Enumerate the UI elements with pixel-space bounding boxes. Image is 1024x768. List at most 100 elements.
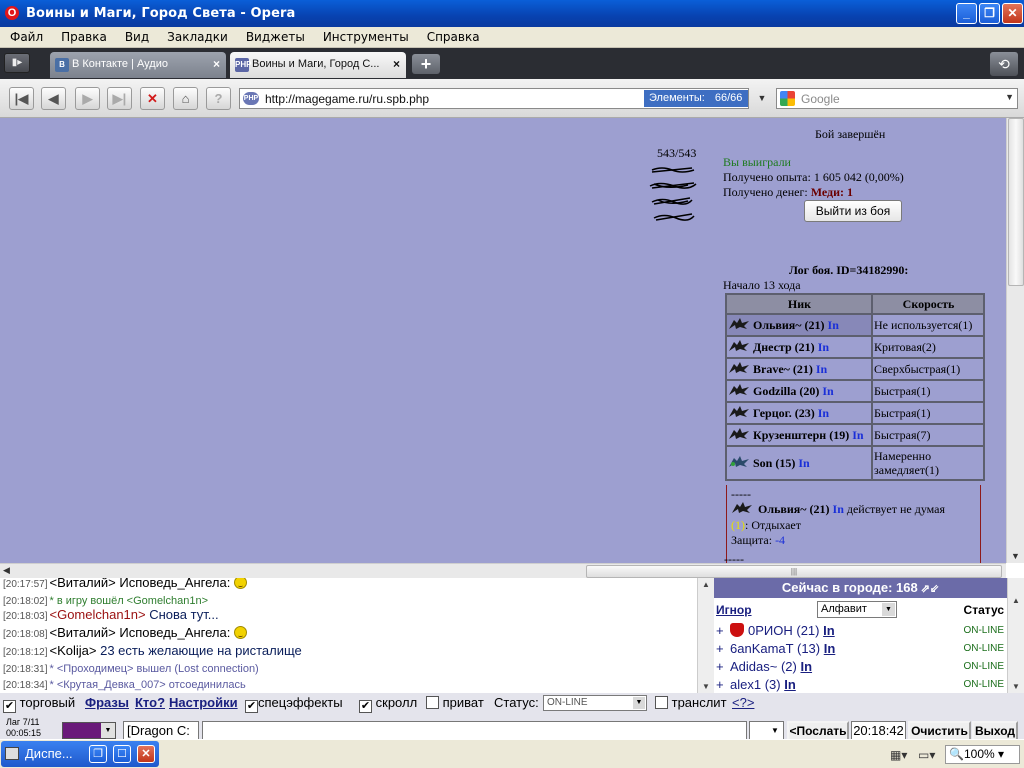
- player-name[interactable]: 6anKamaT: [730, 641, 793, 656]
- panels-toggle-icon[interactable]: ▮▸: [4, 53, 30, 73]
- home-button[interactable]: ⌂: [173, 87, 198, 110]
- participant-nick[interactable]: Крузенштерн (19) In: [725, 423, 873, 447]
- status-label: Статус:: [494, 695, 539, 710]
- money-gained: Получено денег: Меди: 1: [723, 185, 854, 199]
- scrollbar-thumb[interactable]: |||: [586, 565, 1002, 578]
- chat-scrollbar[interactable]: ▲ ▼: [697, 578, 714, 693]
- settings-link[interactable]: Настройки: [169, 695, 238, 710]
- taskbar-item-task-manager[interactable]: Диспе... ❐ ☐ ✕: [1, 741, 159, 767]
- player-info-link[interactable]: In: [784, 677, 796, 692]
- participant-nick[interactable]: Днестр (21) In: [725, 335, 873, 359]
- page-vertical-scrollbar[interactable]: ▼: [1006, 118, 1024, 563]
- chat-message-input[interactable]: [202, 721, 747, 740]
- player-name[interactable]: alex1: [730, 677, 761, 692]
- minimize-button[interactable]: _: [956, 3, 977, 24]
- forward-button[interactable]: ▶: [75, 87, 100, 110]
- scroll-up-icon[interactable]: ▲: [1012, 596, 1020, 605]
- address-bar[interactable]: PHP http://magegame.ru/ru.spb.php Элемен…: [239, 88, 749, 109]
- send-button[interactable]: <Послать: [787, 721, 849, 741]
- participant-nick[interactable]: Brave~ (21) In: [725, 357, 873, 381]
- stop-button[interactable]: ✕: [140, 87, 165, 110]
- list-item: + alex1 (3) In ON-LINE: [716, 677, 1004, 692]
- close-icon[interactable]: ✕: [137, 745, 155, 763]
- close-tab-icon[interactable]: ×: [213, 57, 220, 71]
- page-horizontal-scrollbar[interactable]: ◀ |||: [0, 563, 1006, 578]
- menu-bookmarks[interactable]: Закладки: [158, 27, 237, 44]
- wand-key-icon[interactable]: ?: [206, 87, 231, 110]
- exit-button[interactable]: Выход: [972, 721, 1018, 741]
- effects-checkbox[interactable]: ✔ спецэффекты: [245, 695, 343, 713]
- menu-widgets[interactable]: Виджеты: [237, 27, 314, 44]
- who-link[interactable]: Кто?: [135, 695, 165, 710]
- scroll-up-icon[interactable]: ▲: [702, 580, 710, 589]
- minimize-icon[interactable]: ❐: [89, 745, 107, 763]
- menu-file[interactable]: Файл: [0, 27, 52, 44]
- tab-vkontakte[interactable]: B В Контакте | Аудио ×: [50, 52, 226, 78]
- player-info-link[interactable]: In: [800, 659, 812, 674]
- city-scrollbar[interactable]: ▲ ▼: [1007, 578, 1024, 693]
- tab-bar: ▮▸ B В Контакте | Аудио × PHP Воины и Ма…: [0, 48, 1024, 79]
- participant-nick[interactable]: Godzilla (20) In: [725, 379, 873, 403]
- back-button[interactable]: ◀: [41, 87, 66, 110]
- scroll-down-icon[interactable]: ▼: [1012, 682, 1020, 691]
- player-name[interactable]: 0РИОН: [748, 623, 793, 638]
- address-dropdown-icon[interactable]: ▼: [752, 88, 772, 109]
- scroll-down-icon[interactable]: ▼: [702, 682, 710, 691]
- message-target-field[interactable]: [Dragon C:: [123, 721, 199, 740]
- search-dropdown-icon[interactable]: ▼: [1005, 92, 1014, 102]
- clear-button[interactable]: Очистить: [908, 721, 971, 741]
- status-select[interactable]: ON-LINE ▼: [543, 695, 647, 711]
- participant-nick[interactable]: Ольвия~ (21) In: [725, 313, 873, 337]
- resize-arrows-icon[interactable]: ⇗⇙: [921, 583, 939, 595]
- close-tab-icon[interactable]: ×: [393, 57, 400, 71]
- status-bar-icon[interactable]: ▦▾: [890, 748, 907, 762]
- sort-select[interactable]: Алфавит ▼: [817, 601, 897, 618]
- participant-nick[interactable]: Герцог. (23) In: [725, 401, 873, 425]
- tab-magegame[interactable]: PHP Воины и Маги, Город С... ×: [230, 52, 406, 78]
- fast-forward-button[interactable]: ▶|: [107, 87, 132, 110]
- smiley-select[interactable]: ▼: [749, 721, 784, 740]
- close-window-button[interactable]: ✕: [1002, 3, 1023, 24]
- add-private-icon[interactable]: +: [716, 659, 724, 674]
- table-row: Brave~ (21) In Сверхбыстрая(1): [725, 357, 985, 381]
- participant-nick[interactable]: Son (15) In: [725, 445, 873, 481]
- add-private-icon[interactable]: +: [716, 623, 724, 638]
- exit-battle-button[interactable]: Выйти из боя: [804, 200, 902, 222]
- chat-message: [20:18:12] <Kolija> 23 есть желающие на р…: [3, 643, 302, 658]
- maximize-icon[interactable]: ☐: [113, 745, 131, 763]
- text-color-select[interactable]: ▼: [62, 722, 116, 739]
- tab-label: Воины и Маги, Город С...: [252, 58, 380, 70]
- restore-button[interactable]: ❐: [979, 3, 1000, 24]
- table-row: Ольвия~ (21) In Не используется(1): [725, 313, 985, 337]
- player-status: ON-LINE: [963, 625, 1004, 636]
- menu-help[interactable]: Справка: [418, 27, 489, 44]
- search-field[interactable]: Google ▼: [776, 88, 1018, 109]
- scroll-down-icon[interactable]: ▼: [1011, 551, 1020, 561]
- menu-edit[interactable]: Правка: [52, 27, 116, 44]
- rewind-button[interactable]: |◀: [9, 87, 34, 110]
- trade-checkbox[interactable]: ✔ торговый: [3, 695, 75, 713]
- strikethrough-stats-icon: [649, 167, 697, 221]
- help-link[interactable]: <?>: [732, 695, 754, 710]
- scroll-checkbox[interactable]: ✔ скролл: [359, 695, 417, 713]
- menu-view[interactable]: Вид: [116, 27, 158, 44]
- ignore-link[interactable]: Игнор: [716, 603, 752, 617]
- add-private-icon[interactable]: +: [716, 641, 724, 656]
- player-info-link[interactable]: In: [823, 623, 835, 638]
- private-checkbox[interactable]: приват: [426, 695, 484, 710]
- player-name[interactable]: Adidas~: [730, 659, 777, 674]
- closed-tabs-icon[interactable]: ⟲: [990, 52, 1018, 76]
- scroll-left-icon[interactable]: ◀: [3, 565, 10, 576]
- chevron-down-icon: ▼: [633, 697, 645, 709]
- view-mode-icon[interactable]: ▭▾: [918, 748, 935, 762]
- scrollbar-thumb[interactable]: [1008, 118, 1024, 286]
- chat-message: [20:18:34] * <Крутая_Девка_007> отсоедини…: [3, 679, 246, 691]
- window-title-bar: O Воины и Маги, Город Света - Opera _ ❐ …: [0, 0, 1024, 27]
- translit-checkbox[interactable]: транслит: [655, 695, 727, 710]
- add-private-icon[interactable]: +: [716, 677, 724, 692]
- new-tab-button[interactable]: +: [412, 54, 440, 74]
- menu-tools[interactable]: Инструменты: [314, 27, 418, 44]
- phrases-link[interactable]: Фразы: [85, 695, 129, 710]
- player-info-link[interactable]: In: [824, 641, 836, 656]
- zoom-control[interactable]: 🔍 100% ▾: [945, 745, 1020, 764]
